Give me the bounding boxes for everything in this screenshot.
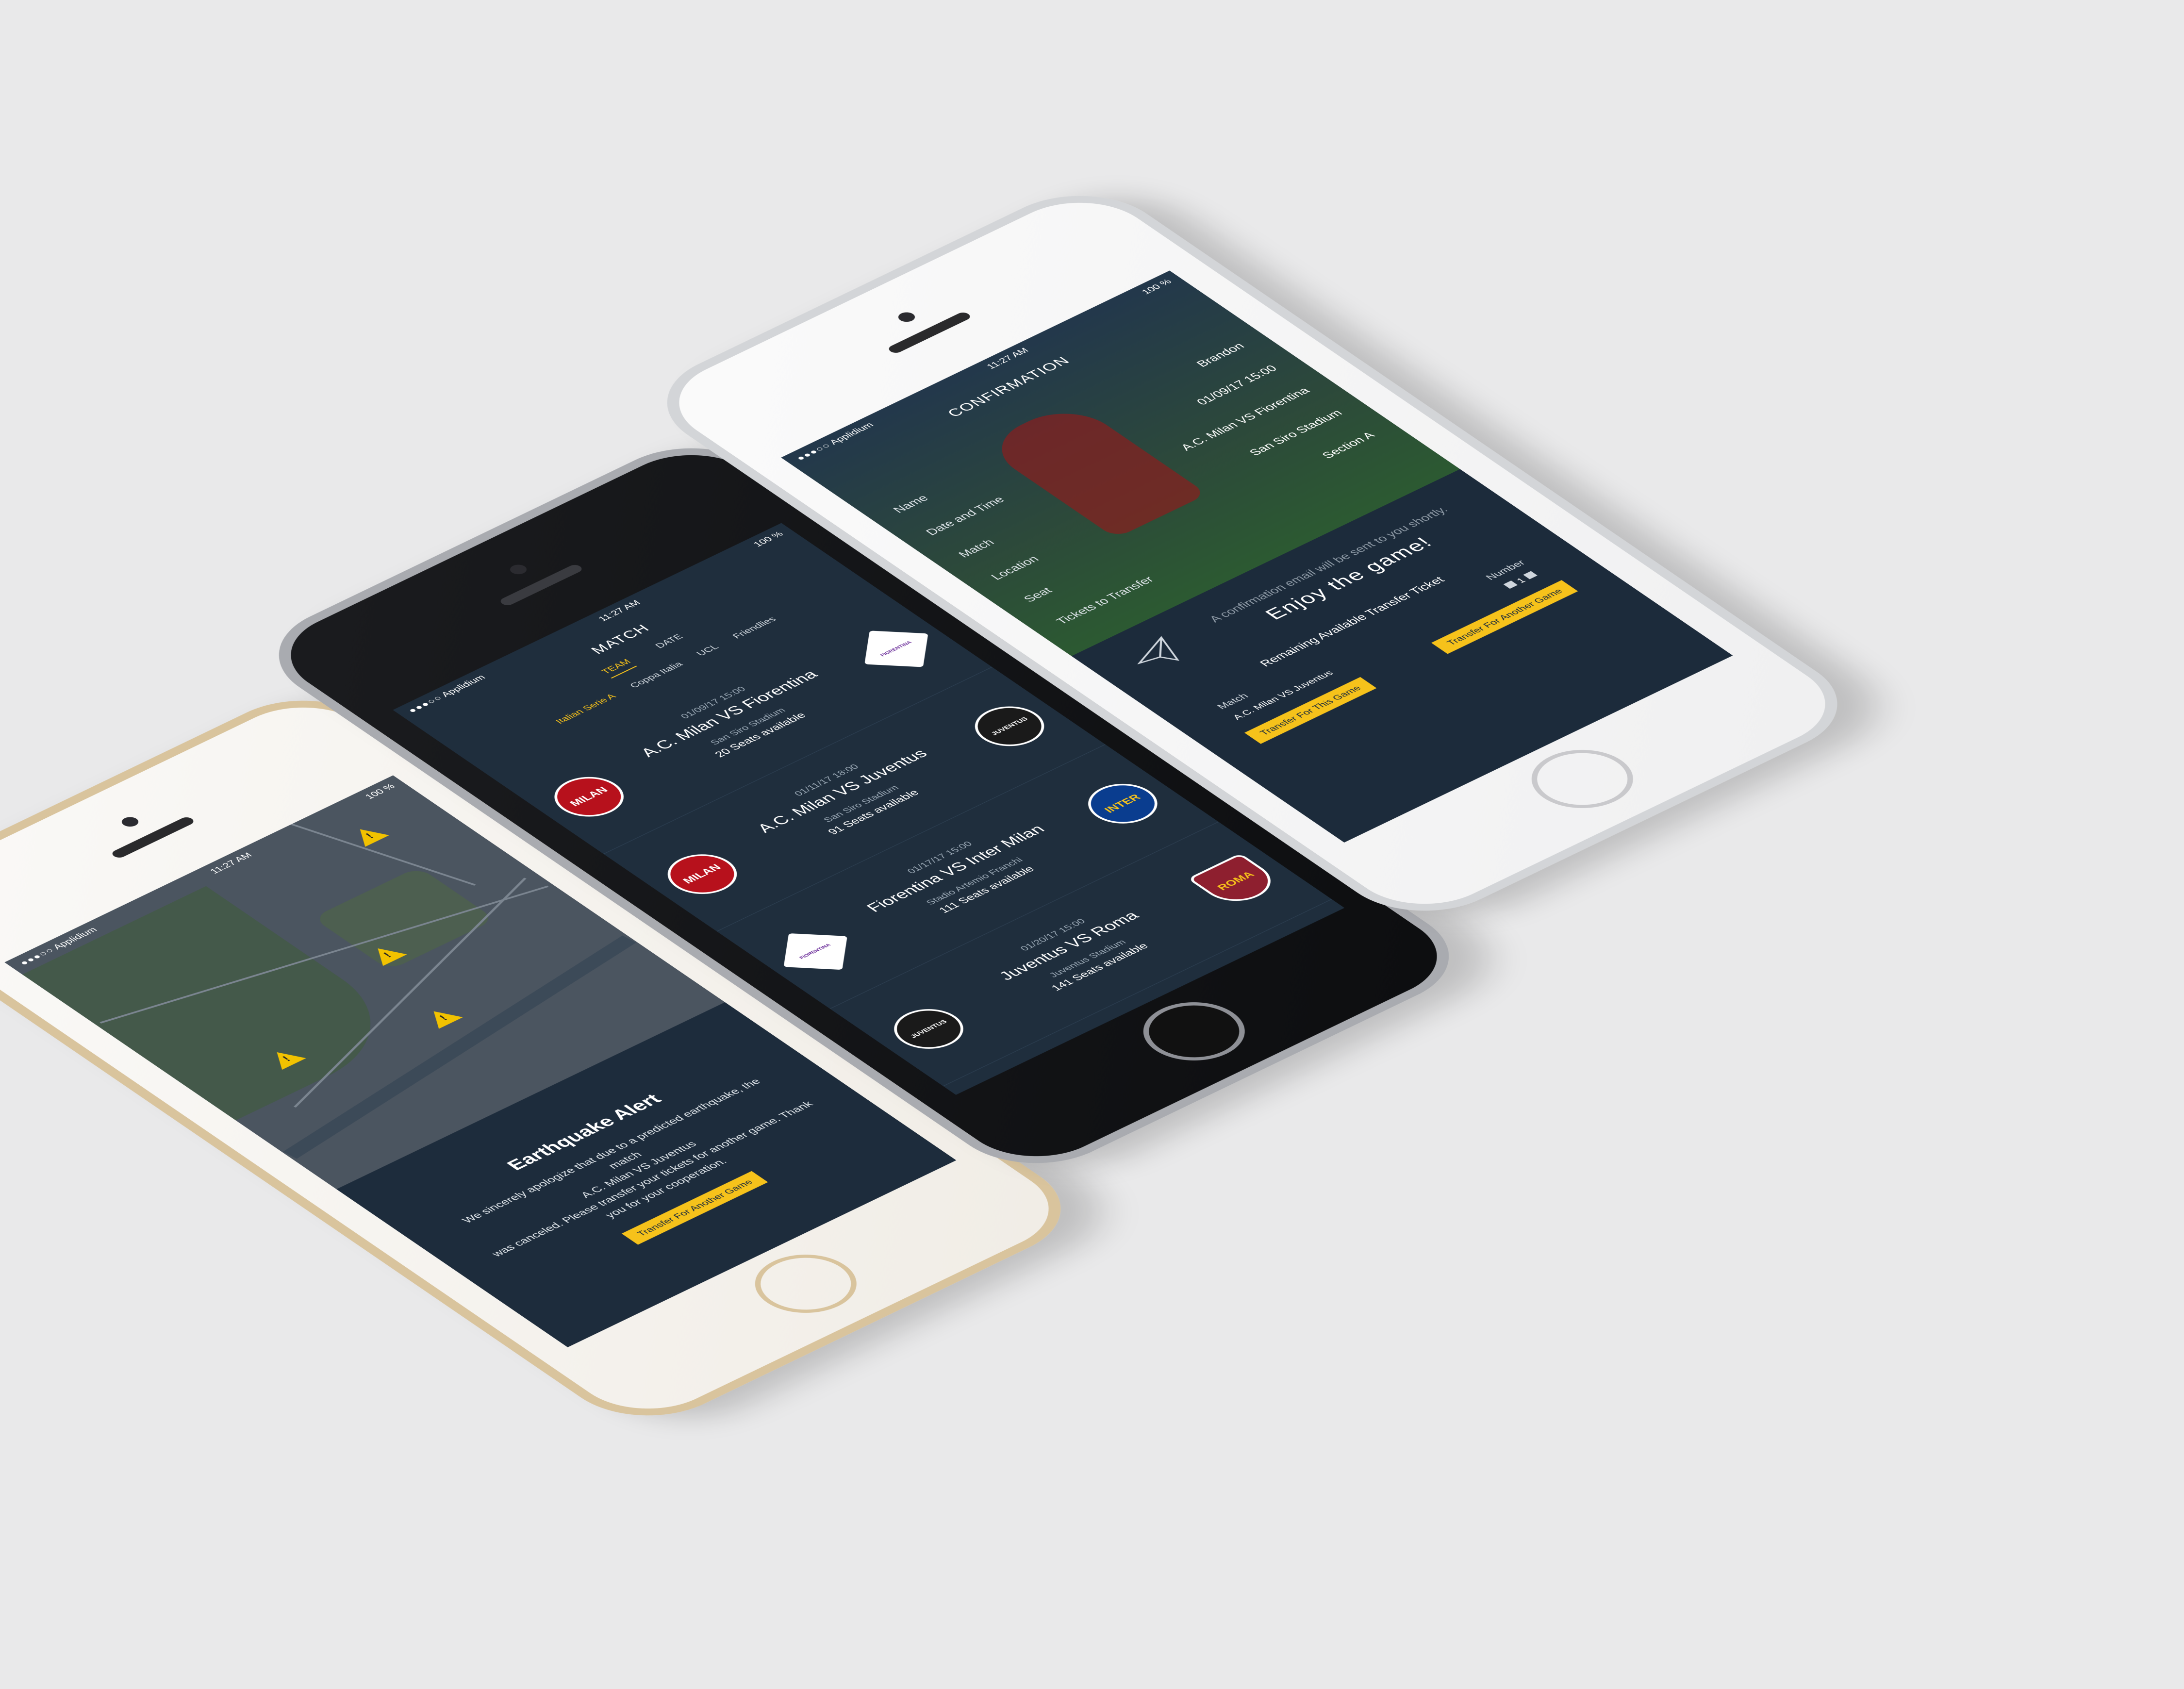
- match-title: Juventus VS Roma: [995, 909, 1143, 983]
- clock: 11:27 AM: [596, 598, 643, 623]
- tab-date[interactable]: DATE: [652, 632, 689, 653]
- detail-label: Tickets to Transfer: [1053, 574, 1157, 627]
- remaining-match: A.C. Milan VS Juventus: [1230, 668, 1336, 721]
- crest-label: FIORENTINA: [798, 943, 832, 960]
- milan-crest-icon: MILAN: [653, 846, 751, 902]
- roma-crest-icon: ROMA: [1187, 853, 1285, 909]
- alert-title: Earthquake Alert: [502, 1091, 666, 1174]
- remaining-row: A.C. Milan VS Juventus 1: [1188, 548, 1585, 742]
- home-button[interactable]: [734, 1242, 877, 1325]
- match-date: 01/17/17 15:00: [904, 839, 975, 876]
- number-stepper[interactable]: 1: [1499, 569, 1543, 592]
- transfer-another-game-button[interactable]: Transfer For Another Game: [621, 1171, 768, 1245]
- fiorentina-crest-icon: FIORENTINA: [864, 630, 928, 667]
- detail-label: Seat: [1020, 585, 1055, 604]
- front-camera: [894, 310, 919, 324]
- juventus-crest-icon: JUVENTUS: [960, 698, 1059, 754]
- match-stadium: Stadio Artemio Franchi: [923, 855, 1026, 907]
- crest-label: MILAN: [680, 862, 724, 886]
- earthquake-warning-icon[interactable]: [347, 823, 389, 847]
- earthquake-warning-icon[interactable]: [421, 1005, 463, 1029]
- home-button[interactable]: [1511, 738, 1654, 820]
- transfer-buttons: Transfer For This Game Transfer For Anot…: [1209, 563, 1614, 761]
- crest-label: INTER: [1102, 792, 1143, 815]
- home-button[interactable]: [1123, 990, 1266, 1073]
- match-info: 01/17/17 15:00 Fiorentina VS Inter Milan…: [822, 800, 1105, 947]
- detail-label: Name: [890, 493, 931, 515]
- juventus-crest-icon: JUVENTUS: [880, 1001, 977, 1057]
- match-date: 01/20/17 15:00: [1017, 917, 1088, 953]
- col-match: Match: [1214, 692, 1251, 711]
- match-row[interactable]: JUVENTUS 01/20/17 15:00 Juventus VS Roma…: [830, 822, 1332, 1087]
- crest-label: MILAN: [567, 785, 611, 808]
- front-camera: [118, 815, 142, 829]
- crest-label: JUVENTUS: [989, 716, 1029, 737]
- match-title: Fiorentina VS Inter Milan: [862, 822, 1049, 915]
- mockup-stage: ●●●○○ Applidium 11:27 AM 100 % ! ! ! ! E…: [0, 0, 2184, 1689]
- crest-label: JUVENTUS: [909, 1018, 949, 1039]
- alert-body-line: was canceled. Please transfer your ticke…: [489, 1099, 816, 1258]
- remaining-heading: Remaining Available Transfer Ticket: [1257, 575, 1447, 669]
- match-seats: 111 Seats available: [936, 864, 1037, 915]
- fiorentina-crest-icon: FIORENTINA: [783, 933, 847, 970]
- alert-body-line: We sincerely apologize that due to a pre…: [460, 1076, 763, 1225]
- signal-icon: ●●●○○: [405, 693, 446, 715]
- decrement-box[interactable]: [1503, 580, 1518, 589]
- col-number: Number: [1483, 558, 1528, 582]
- remaining-columns: Match Number: [1172, 538, 1570, 731]
- transfer-another-game-button[interactable]: Transfer For Another Game: [1431, 580, 1578, 654]
- crest-label: FIORENTINA: [879, 640, 913, 658]
- match-seats: 141 Seats available: [1049, 941, 1151, 993]
- alert-message: We sincerely apologize that due to a pre…: [446, 1070, 832, 1269]
- alert-match-name: A.C. Milan VS Juventus: [578, 1139, 699, 1200]
- detail-label: Match: [955, 537, 997, 560]
- battery-label: 100 %: [750, 530, 786, 548]
- paper-plane-icon: [1137, 636, 1180, 665]
- match-stadium: Juventus Stadium: [1046, 938, 1128, 979]
- match-info: 01/20/17 15:00 Juventus VS Roma Juventus…: [935, 878, 1218, 1025]
- front-camera: [506, 563, 530, 577]
- milan-crest-icon: MILAN: [540, 769, 638, 825]
- tab-friendlies[interactable]: Friendlies: [730, 615, 779, 640]
- increment-box[interactable]: [1523, 571, 1538, 580]
- tab-ucl[interactable]: UCL: [694, 643, 721, 658]
- transfer-this-game-button[interactable]: Transfer For This Game: [1244, 677, 1377, 744]
- inter-crest-icon: INTER: [1074, 776, 1172, 832]
- carrier-label: Applidium: [438, 673, 488, 699]
- detail-label: Location: [988, 553, 1042, 582]
- tab-team[interactable]: TEAM: [598, 657, 637, 679]
- remaining-number: 1: [1514, 576, 1528, 585]
- crest-label: ROMA: [1214, 870, 1257, 893]
